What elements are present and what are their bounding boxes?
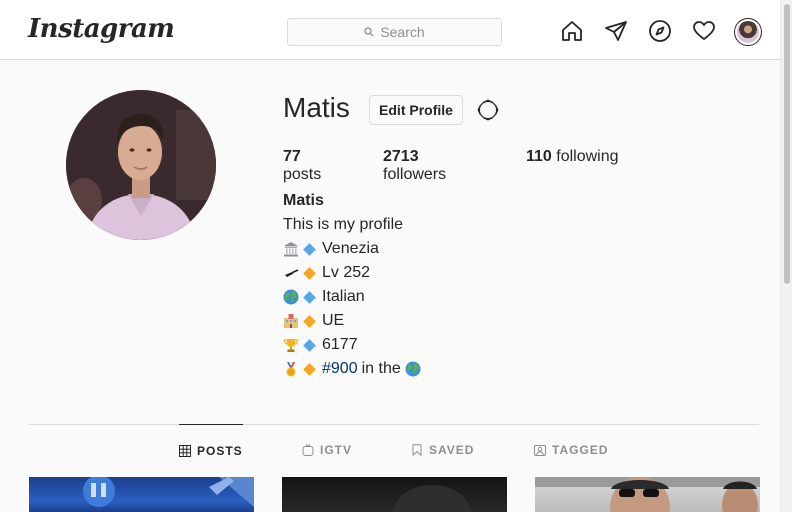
tab-igtv-label: IGTV [320,443,353,457]
posts-count: 77 [283,148,301,165]
profile-photo [66,90,216,240]
classical-building-icon [284,242,298,257]
post-image [83,477,254,507]
bookmark-icon [412,444,422,456]
following-label: following [556,148,619,165]
edit-profile-button[interactable]: Edit Profile [369,95,463,125]
scrollbar-thumb[interactable] [784,4,790,284]
trophy-icon [283,339,299,352]
bio-line-level: Lv 252 [283,261,423,285]
globe-icon [405,361,421,377]
first-place-medal-icon [286,362,296,377]
tagged-icon [534,445,546,456]
bio-line-trophies: 6177 [283,333,423,357]
top-nav-bar: Instagram Search [0,0,780,60]
profile-stats: 77 posts 2713 followers 110 following [283,148,659,184]
globe-icon [283,289,299,305]
black-nib-icon [285,269,299,277]
search-icon [364,27,374,37]
tab-posts[interactable]: POSTS [179,424,243,476]
bio-trophies-text: 6177 [322,336,358,353]
tab-posts-label: POSTS [197,443,243,458]
following-stat[interactable]: 110 following [526,148,619,184]
school-building-icon [284,314,298,328]
instagram-logo[interactable]: Instagram [28,14,175,44]
profile-avatar [737,21,759,43]
profile-username: Matis [283,92,350,123]
activity-heart-icon [693,21,715,40]
bio-tagline: This is my profile [283,216,404,233]
post-thumbnail[interactable] [282,477,507,512]
tab-igtv[interactable]: IGTV [302,424,352,476]
posts-label: posts [283,166,322,183]
blue-diamond-icon [303,338,316,352]
explore-icon [649,20,671,42]
followers-count: 2713 [383,148,419,165]
search-placeholder: Search [380,24,425,40]
direct-messages-button[interactable] [603,18,629,44]
bio-school-text: UE [322,312,345,329]
orange-diamond-icon [303,314,316,328]
tab-saved[interactable]: SAVED [411,424,474,476]
bio-line-rank: #900 in the [283,357,423,381]
bio-line-language: Italian [283,285,423,309]
grid-icon [179,444,191,457]
blue-diamond-icon [303,290,316,304]
orange-diamond-icon [303,362,316,376]
orange-diamond-icon [303,266,316,280]
posts-stat: 77 posts [283,148,343,184]
profile-full-name: Matis [283,192,324,209]
followers-label: followers [383,166,447,183]
followers-stat[interactable]: 2713 followers [383,148,486,184]
post-image [535,477,760,512]
explore-button[interactable] [647,18,673,44]
activity-button[interactable] [691,18,717,44]
post-thumbnail[interactable] [29,477,254,512]
blue-diamond-icon [303,242,316,256]
rank-hashtag-link[interactable]: #900 [322,357,358,381]
post-thumbnail[interactable] [535,477,760,512]
bio-line-city: Venezia [283,237,423,261]
igtv-icon [302,444,314,456]
tab-tagged-label: TAGGED [552,443,609,457]
profile-bio: Matis This is my profile Venezia Lv 252 [283,189,423,381]
bio-city-text: Venezia [322,240,379,257]
profile-picture[interactable] [66,90,216,240]
tab-tagged[interactable]: TAGGED [534,424,608,476]
bio-line-school: UE [283,309,423,333]
profile-tabs: POSTS IGTV SAVED TAGGED [29,424,759,476]
page-scrollbar[interactable] [780,0,792,512]
home-icon [562,21,582,41]
search-box[interactable]: Search [287,18,502,46]
home-button[interactable] [559,18,585,44]
profile-avatar-button[interactable] [734,18,762,46]
bio-rank-text: in the [361,360,401,377]
settings-button[interactable] [475,97,501,123]
bio-language-text: Italian [322,288,365,305]
gear-icon [477,99,499,121]
direct-icon [605,21,627,41]
post-image [392,485,472,512]
tab-saved-label: SAVED [429,443,475,457]
following-count: 110 [526,148,552,165]
bio-level-text: Lv 252 [322,264,371,281]
